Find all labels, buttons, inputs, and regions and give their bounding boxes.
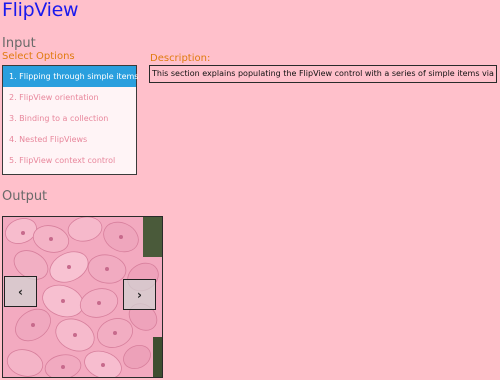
chevron-right-icon: › [137,287,142,302]
flipview-previous-button[interactable]: ‹ [4,276,37,307]
description-text: This section explains populating the Fli… [149,65,497,83]
flipview-next-button[interactable]: › [123,279,156,310]
description-label: Description: [150,53,211,64]
flipview-control[interactable]: ‹ › [2,216,163,378]
option-item-5[interactable]: 5. FlipView context control [3,150,136,171]
select-options-label: Select Options [2,51,75,62]
option-item-2[interactable]: 2. FlipView orientation [3,87,136,108]
options-list: 1. Flipping through simple items 2. Flip… [2,65,138,175]
input-heading: Input [2,36,36,51]
option-item-1[interactable]: 1. Flipping through simple items [3,66,138,87]
app-title: FlipView [2,0,79,21]
chevron-left-icon: ‹ [18,284,23,299]
option-item-4[interactable]: 4. Nested FlipViews [3,129,136,150]
option-item-3[interactable]: 3. Binding to a collection [3,108,136,129]
output-heading: Output [2,189,48,204]
